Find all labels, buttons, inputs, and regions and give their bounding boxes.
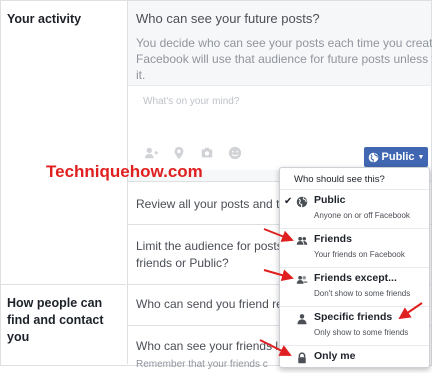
arrow-to-friends <box>263 228 294 242</box>
arrow-to-specific-friends <box>398 302 423 320</box>
arrow-to-only-me <box>259 339 292 356</box>
annotation-arrows <box>259 228 423 356</box>
arrow-to-friends-except <box>263 269 294 282</box>
